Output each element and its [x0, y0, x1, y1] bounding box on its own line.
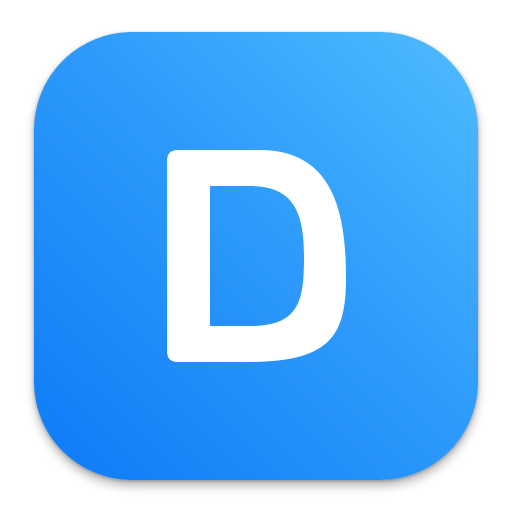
letter-d-icon: D: [167, 150, 346, 362]
icon-canvas: D: [0, 0, 512, 512]
app-icon[interactable]: D: [34, 32, 478, 480]
